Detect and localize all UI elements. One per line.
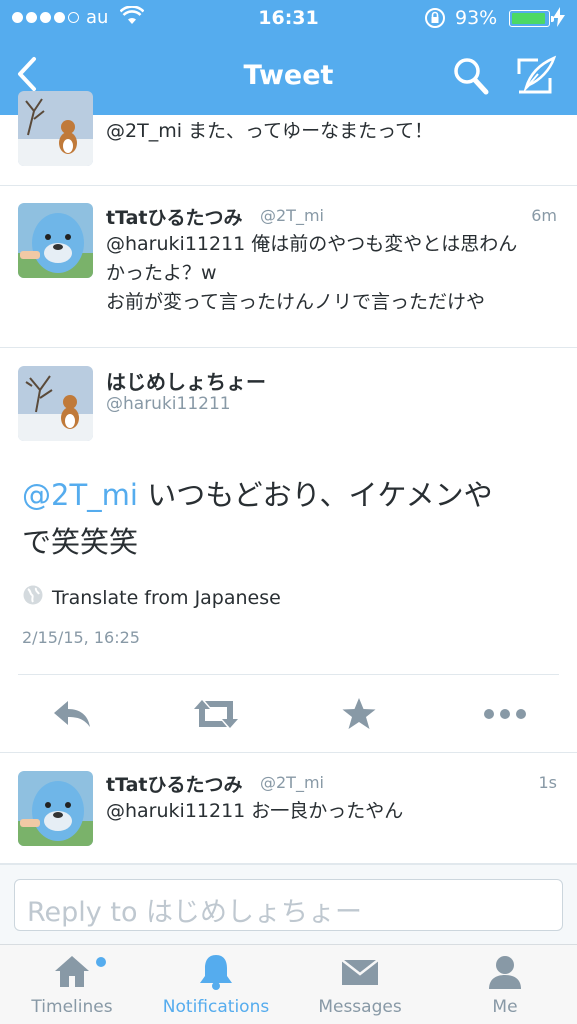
tweet-item[interactable]: tTatひるたつみ @2T_mi 6m @haruki11211 俺は前のやつも… — [0, 186, 577, 348]
home-icon — [0, 953, 144, 995]
main-tweet-text-line: いつもどおり、イケメンや — [137, 478, 493, 512]
tweet-actions — [18, 674, 559, 752]
mention-link[interactable]: @2T_mi — [22, 478, 138, 512]
main-tweet-text-line: で笑笑笑 — [22, 525, 139, 559]
compose-icon[interactable] — [516, 54, 558, 100]
globe-icon — [22, 584, 44, 611]
tab-label: Notifications — [162, 997, 270, 1017]
translate-link[interactable]: Translate from Japanese — [22, 584, 281, 611]
bell-icon — [144, 953, 288, 995]
tweet-time: 1s — [538, 773, 557, 792]
orientation-lock-icon — [424, 7, 446, 34]
search-icon[interactable] — [452, 56, 490, 100]
unread-badge — [96, 957, 106, 967]
reply-icon[interactable] — [50, 697, 94, 735]
tweet-item[interactable]: tTatひるたつみ @2T_mi 1s @haruki11211 お一良かったや… — [0, 752, 577, 864]
tweet-timestamp: 2/15/15, 16:25 — [22, 628, 140, 647]
tweet-item[interactable]: @2T_mi また、ってゆーなまたって！ — [0, 91, 577, 186]
tweet-text: @haruki11211 お一良かったやん — [106, 800, 404, 822]
main-tweet-avatar[interactable] — [18, 366, 93, 441]
tweet-text-line: かったよ？w — [106, 262, 217, 284]
tweet-text: @haruki11211 俺は前のやつも変やとは思わん かったよ？w お前が変っ… — [106, 230, 561, 317]
tweet-text-line: @haruki11211 俺は前のやつも変やとは思わん — [106, 233, 518, 255]
more-icon[interactable] — [482, 697, 528, 735]
person-icon — [433, 953, 577, 995]
page-title: Tweet — [243, 60, 334, 91]
avatar[interactable] — [18, 203, 93, 278]
tab-label: Timelines — [31, 997, 113, 1017]
battery-icon — [509, 10, 554, 27]
status-bar: au 16:31 93% — [0, 0, 577, 38]
battery-percent: 93% — [455, 7, 498, 29]
tab-me[interactable]: Me — [433, 945, 577, 1024]
charging-bolt-icon — [553, 7, 565, 32]
tab-notifications[interactable]: Notifications — [144, 945, 288, 1024]
author-handle: @2T_mi — [260, 206, 324, 225]
tab-label: Messages — [318, 997, 402, 1017]
tweet-text: @2T_mi また、ってゆーなまたって！ — [106, 120, 434, 142]
favorite-star-icon[interactable] — [341, 697, 377, 735]
tweet-time: 6m — [531, 206, 557, 225]
author-handle: @2T_mi — [260, 773, 324, 792]
tab-messages[interactable]: Messages — [288, 945, 432, 1024]
envelope-icon — [288, 953, 432, 995]
tab-timelines[interactable]: Timelines — [0, 945, 144, 1024]
tweet-text-line: お前が変って言ったけんノリで言っただけや — [106, 291, 486, 313]
author-name: tTatひるたつみ — [106, 774, 243, 796]
tab-bar: Timelines Notifications Messages Me — [0, 944, 577, 1024]
tab-label: Me — [492, 997, 518, 1017]
translate-label: Translate from Japanese — [52, 586, 281, 609]
avatar[interactable] — [18, 91, 93, 166]
reply-input[interactable]: Reply to はじめしょちょー — [14, 879, 563, 931]
author-name: tTatひるたつみ — [106, 207, 243, 229]
reply-composer: Reply to はじめしょちょー — [0, 864, 577, 944]
main-tweet-author-handle: @haruki11211 — [106, 394, 231, 414]
main-tweet-author-name: はじめしょちょー — [106, 370, 266, 394]
retweet-icon[interactable] — [190, 697, 242, 735]
avatar[interactable] — [18, 771, 93, 846]
main-tweet-text: @2T_mi いつもどおり、イケメンや で笑笑笑 — [22, 472, 557, 566]
